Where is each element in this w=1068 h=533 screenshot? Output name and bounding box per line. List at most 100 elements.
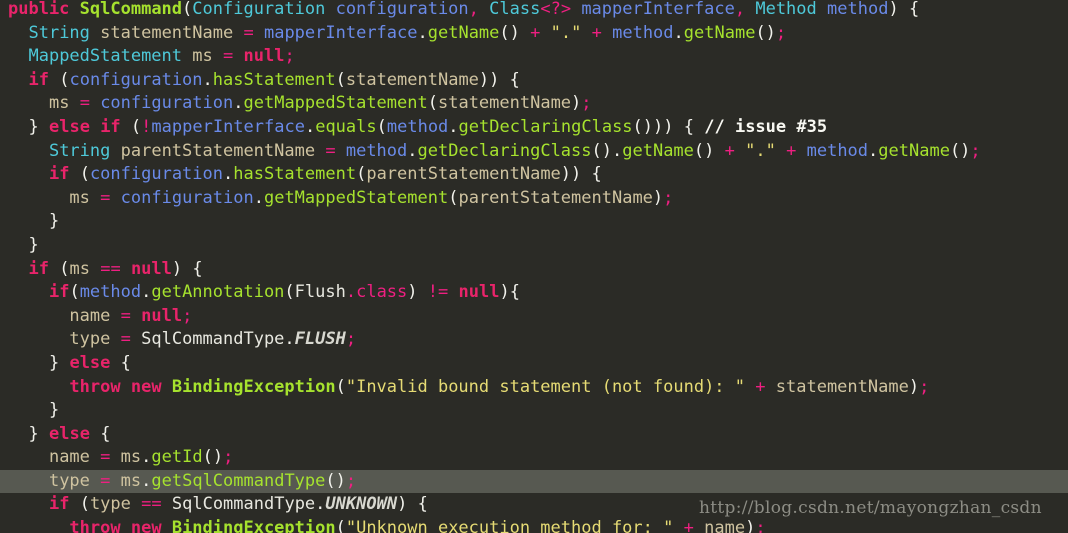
token-pun: () bbox=[499, 22, 520, 43]
code-line[interactable]: if (type == SqlCommandType.UNKNOWN) { bbox=[0, 493, 1068, 517]
code-line[interactable]: } bbox=[0, 210, 1068, 234]
token-cls: BindingException bbox=[171, 518, 336, 533]
token-pln: Flush bbox=[294, 282, 346, 303]
token-cst: UNKNOWN bbox=[325, 494, 398, 515]
token-pln bbox=[162, 377, 172, 397]
token-pun: . bbox=[407, 140, 418, 161]
token-pun: . bbox=[417, 22, 428, 43]
token-pun: )) bbox=[478, 69, 500, 90]
token-meth: equals bbox=[315, 116, 377, 137]
token-pun: } bbox=[48, 211, 60, 232]
code-content[interactable]: public SqlCommand(Configuration configur… bbox=[0, 0, 1068, 533]
token-var: statementName bbox=[437, 93, 572, 114]
token-op: ; bbox=[223, 447, 234, 468]
code-editor-view[interactable]: public SqlCommand(Configuration configur… bbox=[0, 0, 1068, 533]
token-pun: { bbox=[591, 164, 602, 185]
code-line[interactable]: } bbox=[0, 234, 1068, 258]
code-line[interactable]: String parentStatementName = method.getD… bbox=[0, 140, 1068, 164]
token-prm: configuration bbox=[69, 69, 203, 90]
token-pln bbox=[520, 23, 530, 43]
token-pln bbox=[110, 141, 120, 161]
code-line[interactable]: throw new BindingException("Invalid boun… bbox=[0, 376, 1068, 400]
token-pln bbox=[121, 518, 131, 533]
token-pun: { bbox=[509, 69, 520, 90]
token-pln bbox=[8, 306, 69, 326]
token-meth: getMappedStatement bbox=[243, 93, 428, 114]
code-line[interactable]: } else { bbox=[0, 423, 1068, 447]
token-pun: ( bbox=[59, 258, 70, 279]
token-pun: () bbox=[755, 22, 776, 43]
code-line[interactable]: ms = configuration.getMappedStatement(pa… bbox=[0, 187, 1068, 211]
token-lit: null bbox=[141, 305, 183, 326]
token-var: ms bbox=[120, 447, 142, 468]
token-pln bbox=[90, 93, 100, 113]
token-pln bbox=[59, 353, 69, 373]
code-line[interactable]: name = null; bbox=[0, 305, 1068, 329]
token-kw: if bbox=[28, 69, 49, 90]
token-prm: method bbox=[827, 0, 889, 19]
code-line[interactable]: String statementName = mapperInterface.g… bbox=[0, 22, 1068, 46]
token-prm: mapperInterface bbox=[151, 116, 305, 137]
code-line[interactable]: type = SqlCommandType.FLUSH; bbox=[0, 328, 1068, 352]
code-line[interactable]: } bbox=[0, 399, 1068, 423]
token-kw: throw bbox=[69, 376, 121, 397]
token-pun: () bbox=[202, 447, 224, 468]
token-pln bbox=[69, 164, 79, 184]
code-line[interactable]: if (ms == null) { bbox=[0, 258, 1068, 282]
token-lit: null bbox=[458, 282, 500, 303]
token-lit: null bbox=[130, 258, 172, 279]
token-pun: ) bbox=[571, 93, 582, 114]
token-pun: ( bbox=[335, 518, 346, 533]
token-kw: if bbox=[48, 282, 70, 303]
code-line[interactable]: } else if (!mapperInterface.equals(metho… bbox=[0, 116, 1068, 140]
token-pln bbox=[8, 46, 28, 66]
token-pln bbox=[315, 141, 325, 161]
token-pln bbox=[8, 282, 49, 302]
token-pun: . bbox=[612, 140, 623, 161]
token-pln bbox=[540, 23, 550, 43]
token-typ: Method bbox=[755, 0, 817, 19]
token-str: "." bbox=[745, 140, 776, 161]
token-pln bbox=[745, 0, 755, 19]
code-line[interactable]: type = ms.getSqlCommandType(); bbox=[0, 469, 1068, 494]
token-op: + bbox=[786, 140, 797, 161]
token-meth: getDeclaringClass bbox=[458, 116, 633, 137]
token-pln bbox=[49, 259, 59, 279]
token-str: "." bbox=[550, 22, 582, 43]
token-pln bbox=[8, 447, 49, 467]
token-pln bbox=[254, 23, 264, 43]
token-pun: ( bbox=[356, 164, 367, 185]
token-pln bbox=[673, 518, 683, 533]
code-line[interactable]: if (configuration.hasStatement(parentSta… bbox=[0, 163, 1068, 187]
token-pun: { bbox=[683, 116, 694, 137]
token-pln bbox=[213, 46, 223, 66]
code-line[interactable]: if (configuration.hasStatement(statement… bbox=[0, 69, 1068, 93]
code-line[interactable]: name = ms.getId(); bbox=[0, 446, 1068, 470]
token-op: ; bbox=[970, 140, 981, 161]
token-pun: { bbox=[417, 494, 428, 515]
token-pln bbox=[714, 141, 724, 161]
code-line[interactable]: if(method.getAnnotation(Flush.class) != … bbox=[0, 281, 1068, 305]
token-pun: ) bbox=[888, 0, 899, 19]
token-prm: method bbox=[806, 140, 869, 161]
token-pun: ) bbox=[171, 258, 183, 279]
token-pun: () bbox=[949, 140, 971, 161]
code-line[interactable]: } else { bbox=[0, 352, 1068, 376]
token-meth: getName bbox=[622, 140, 694, 161]
token-cls: SqlCommand bbox=[79, 0, 183, 19]
token-pln bbox=[817, 0, 827, 19]
code-line[interactable]: public SqlCommand(Configuration configur… bbox=[0, 0, 1068, 22]
token-kw: public bbox=[8, 0, 70, 19]
code-line[interactable]: MappedStatement ms = null; bbox=[0, 45, 1068, 69]
token-pln bbox=[69, 93, 79, 113]
token-pun: { bbox=[192, 258, 203, 279]
token-var: ms bbox=[69, 187, 90, 208]
token-pln bbox=[8, 329, 69, 349]
code-line[interactable]: ms = configuration.getMappedStatement(st… bbox=[0, 92, 1068, 116]
token-pln bbox=[479, 0, 489, 19]
token-var: ms bbox=[192, 46, 213, 67]
token-pun: . bbox=[141, 447, 152, 468]
token-pln bbox=[8, 141, 49, 161]
code-line[interactable]: throw new BindingException("Unknown exec… bbox=[0, 517, 1068, 533]
token-kw: new bbox=[130, 376, 162, 397]
